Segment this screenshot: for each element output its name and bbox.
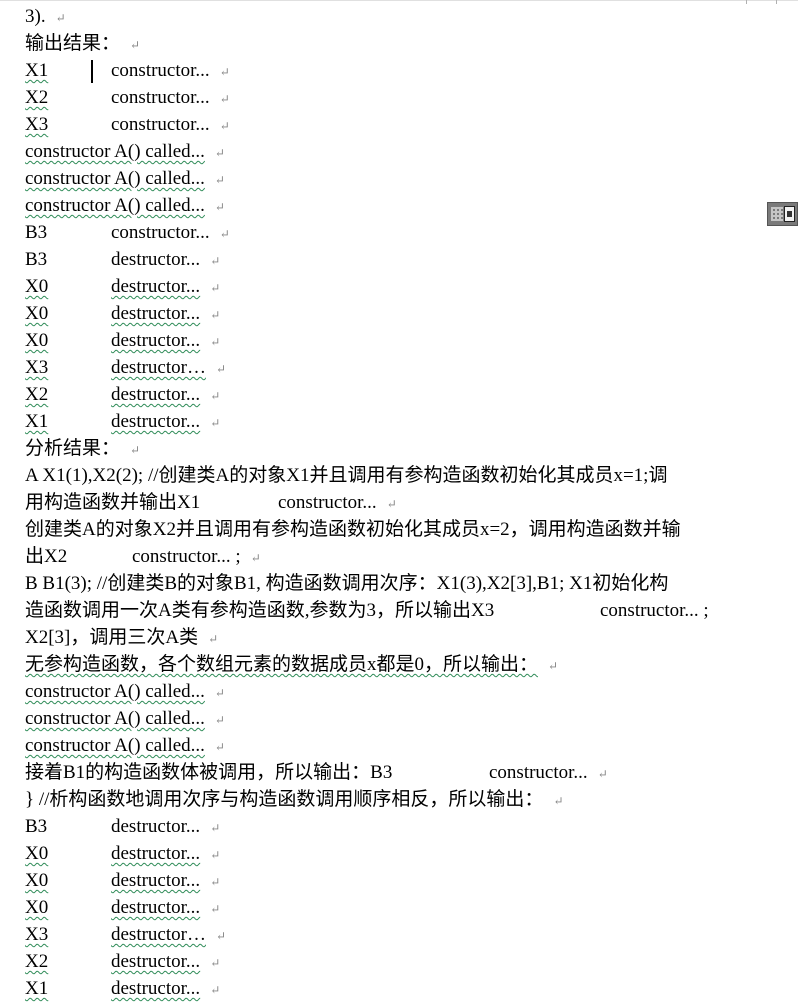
paragraph-mark: ↵ (55, 11, 66, 25)
output-heading: 输出结果： ↵ (25, 33, 141, 54)
output-line: X0 destructor... ↵ (25, 843, 221, 864)
output-line: X2 constructor... ↵ (25, 87, 230, 108)
output-line: X3 constructor... ↵ (25, 114, 230, 135)
output-line: X0 destructor... ↵ (25, 330, 221, 351)
text-cursor (91, 60, 93, 83)
analysis-line: 接着B1的构造函数体被调用，所以输出：B3 constructor... ↵ (25, 762, 608, 783)
output-line: constructor A() called... ↵ (25, 735, 225, 756)
analysis-line: } //析构函数地调用次序与构造函数调用顺序相反，所以输出： ↵ (25, 789, 564, 810)
output-line: X2 destructor... ↵ (25, 951, 221, 972)
output-line: X0 destructor... ↵ (25, 870, 221, 891)
analysis-heading: 分析结果： ↵ (25, 438, 141, 459)
analysis-line: X2[3]，调用三次A类 ↵ (25, 627, 219, 648)
output-line: X1 destructor... ↵ (25, 411, 221, 432)
output-line: X0 destructor... ↵ (25, 897, 221, 918)
output-line: B3 destructor... ↵ (25, 249, 221, 270)
output-line: X1 destructor... ↵ (25, 978, 221, 999)
analysis-line: 出X2 constructor... ; ↵ (25, 546, 261, 567)
analysis-line: A X1(1),X2(2); //创建类A的对象X1并且调用有参构造函数初始化其… (25, 465, 668, 486)
analysis-line: 用构造函数并输出X1 constructor... ↵ (25, 492, 397, 513)
analysis-line: 创建类A的对象X2并且调用有参构造函数初始化其成员x=2，调用构造函数并输 (25, 519, 681, 540)
output-line: B3 constructor... ↵ (25, 222, 230, 243)
output-line: X3 destructor… ↵ (25, 924, 227, 945)
analysis-line: 无参构造函数，各个数组元素的数据成员x都是0，所以输出： ↵ (25, 654, 559, 675)
output-line: constructor A() called... ↵ (25, 141, 225, 162)
line-top: 3). ↵ (25, 6, 66, 27)
output-line: constructor A() called... ↵ (25, 195, 225, 216)
paragraph-mark: ↵ (130, 38, 141, 52)
page-top-border (0, 0, 798, 1)
output-line: constructor A() called... ↵ (25, 708, 225, 729)
output-line: X0 destructor... ↵ (25, 303, 221, 324)
output-line: X0 destructor... ↵ (25, 276, 221, 297)
output-line: X2 destructor... ↵ (25, 384, 221, 405)
output-line: constructor A() called... ↵ (25, 168, 225, 189)
document-body: 3). ↵ 输出结果： ↵ X1 constructor... ↵ X2 construc… (25, 3, 785, 1002)
output-line: X3 destructor… ↵ (25, 357, 227, 378)
document-icon[interactable] (783, 206, 795, 222)
analysis-line: 造函数调用一次A类有参构造函数,参数为3，所以输出X3 constructor..… (25, 600, 709, 621)
output-line: X1 constructor... ↵ (25, 60, 230, 83)
output-line: B3 destructor... ↵ (25, 816, 221, 837)
analysis-line: B B1(3); //创建类B的对象B1, 构造函数调用次序：X1(3),X2[… (25, 573, 669, 594)
output-line: constructor A() called... ↵ (25, 681, 225, 702)
